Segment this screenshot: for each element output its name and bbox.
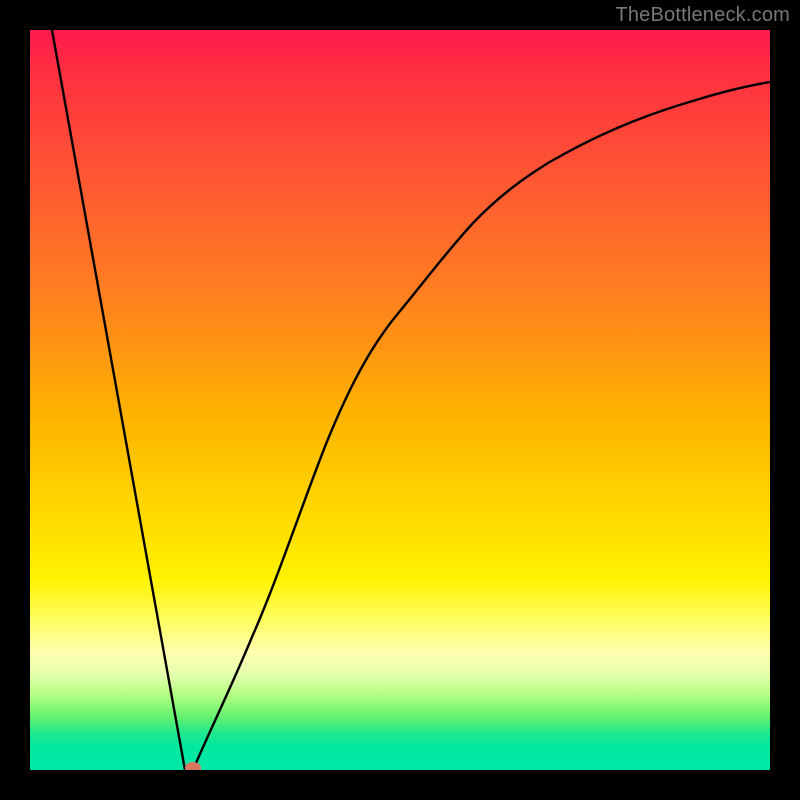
marker-dot — [185, 762, 201, 770]
curve-right — [193, 82, 770, 770]
curve-svg — [30, 30, 770, 770]
plot-area — [30, 30, 770, 770]
watermark: TheBottleneck.com — [615, 4, 790, 27]
curve-left — [52, 30, 185, 770]
chart-frame: TheBottleneck.com — [0, 0, 800, 800]
